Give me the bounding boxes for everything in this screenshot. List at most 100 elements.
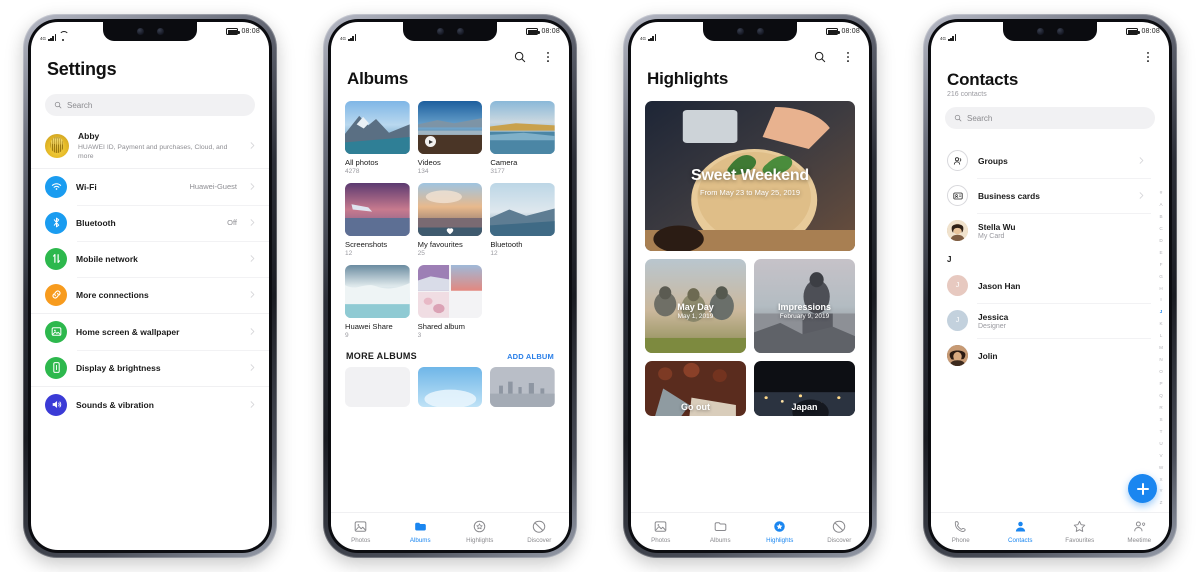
add-contact-fab[interactable] [1128,474,1157,503]
alpha-item[interactable]: Y [1159,489,1162,494]
add-album-button[interactable]: ADD ALBUM [507,352,554,361]
alpha-item[interactable]: T [1160,429,1163,435]
album-thumbnail[interactable] [345,367,410,408]
album-item[interactable]: Screenshots 12 [345,183,410,257]
alpha-item[interactable]: C [1159,226,1162,232]
highlight-card-text: Impressions February 9, 2019 [754,302,855,320]
nav-label: Phone [951,536,970,544]
alpha-item[interactable]: O [1159,369,1163,375]
alpha-item[interactable]: P [1159,381,1162,387]
phone-albums: 4G 08:08 Albums All photos 4278 Videos 1… [323,14,577,558]
album-item[interactable]: Bluetooth 12 [490,183,555,257]
more-vertical-icon[interactable] [1140,49,1155,64]
play-icon [424,136,436,147]
alpha-item[interactable]: R [1159,405,1162,411]
alpha-item[interactable]: V [1159,453,1162,459]
highlight-card[interactable]: May Day May 1, 2019 [645,259,746,353]
contacts-row-groups[interactable]: Groups [931,143,1169,178]
contacts-row-business-cards[interactable]: Business cards [931,178,1169,213]
settings-row-bluetooth[interactable]: Bluetooth Off [31,204,269,241]
signal-bars-icon [48,34,57,41]
nav-item-albums[interactable]: Albums [691,519,751,544]
settings-row-mobile-network[interactable]: Mobile network [31,240,269,277]
nav-item-contacts[interactable]: Contacts [991,519,1051,544]
more-vertical-icon[interactable] [840,49,855,64]
contacts-row-my-card[interactable]: Stella Wu My Card [931,213,1169,248]
alpha-item[interactable]: D [1159,238,1162,244]
album-item[interactable]: Videos 134 [417,101,483,175]
search-icon[interactable] [812,49,827,64]
alpha-item[interactable]: N [1159,358,1162,363]
settings-row-display[interactable]: Display & brightness [31,349,269,386]
settings-row-account[interactable]: Abby HUAWEI ID, Payment and purchases, C… [31,124,269,168]
alpha-item[interactable]: # [1160,190,1163,196]
highlight-card[interactable]: Japan [754,361,855,416]
alpha-item[interactable]: S [1159,417,1162,423]
status-bar: 4G 08:08 [31,22,269,41]
alpha-item[interactable]: E [1159,250,1162,256]
album-item[interactable]: All photos 4278 [345,101,410,175]
nav-item-meetime[interactable]: Meetime [1110,519,1170,544]
alpha-item-active[interactable]: J [1160,310,1163,315]
album-thumbnail[interactable] [417,367,483,408]
status-left: 4G [940,22,957,41]
alpha-item[interactable]: G [1159,274,1163,280]
contact-list-item[interactable]: Jolin [931,338,1169,373]
settings-row-home-screen[interactable]: Home screen & wallpaper [31,314,269,350]
row-value: Off [227,218,237,228]
highlight-card[interactable]: Go out [645,361,746,416]
search-input[interactable]: Search [945,107,1155,129]
row-label: Display & brightness [76,362,161,373]
album-item[interactable]: Huawei Share 9 [345,265,410,339]
bottom-nav: Photos Albums Highlights Discover [631,512,869,550]
nav-item-favourites[interactable]: Favourites [1050,519,1110,544]
alpha-item[interactable]: H [1159,286,1162,292]
account-name: Abby [78,131,100,141]
alpha-item[interactable]: M [1159,346,1163,351]
nav-item-discover[interactable]: Discover [510,519,570,544]
search-input[interactable]: Search [45,94,255,116]
alpha-item[interactable]: K [1159,322,1162,327]
nav-item-highlights[interactable]: Highlights [450,519,510,544]
alphabet-index[interactable]: # AB CD EF GH I J K L M N OP QR ST UV WX Y… [1156,190,1166,506]
alpha-item[interactable]: I [1160,298,1161,303]
photos-icon [654,521,667,532]
album-item[interactable]: Camera 3177 [490,101,555,175]
row-label: Mobile network [76,253,138,264]
contact-list-item[interactable]: J Jason Han [931,268,1169,303]
nav-item-albums[interactable]: Albums [391,519,451,544]
nav-item-phone[interactable]: Phone [931,519,991,544]
highlight-card-text: Japan [754,402,855,412]
nav-item-discover[interactable]: Discover [810,519,870,544]
album-item[interactable]: My favourites 25 [417,183,483,257]
alpha-item[interactable]: F [1160,262,1163,268]
settings-row-sounds[interactable]: Sounds & vibration [31,387,269,423]
signal-bars-icon [948,34,957,41]
contact-list-item[interactable]: J Jessica Designer [931,303,1169,338]
search-icon[interactable] [512,49,527,64]
page-title: Highlights [647,69,729,88]
alpha-item[interactable]: A [1159,202,1162,208]
settings-row-more-connections[interactable]: More connections [31,276,269,313]
highlight-hero-card[interactable]: Sweet Weekend From May 23 to May 25, 201… [645,101,855,251]
more-vertical-icon[interactable] [540,49,555,64]
status-left: 4G [640,22,657,41]
album-thumbnail[interactable] [490,367,555,408]
alpha-item[interactable]: Z [1160,501,1163,506]
nav-item-photos[interactable]: Photos [631,519,691,544]
phone-highlights: 4G 08:08 Highlights Sweet Weekend From M… [623,14,877,558]
alpha-item[interactable]: Q [1159,393,1163,399]
album-item[interactable]: Shared album 3 [417,265,483,339]
settings-row-wifi[interactable]: Wi-Fi Huawei-Guest [31,169,269,205]
star-icon [1074,521,1086,533]
highlight-card[interactable]: Impressions February 9, 2019 [754,259,855,353]
alpha-item[interactable]: X [1159,477,1162,483]
nav-item-highlights[interactable]: Highlights [750,519,810,544]
alpha-item[interactable]: W [1159,465,1163,471]
alpha-item[interactable]: U [1159,441,1162,447]
alpha-item[interactable]: B [1159,214,1162,220]
alpha-item[interactable]: L [1160,334,1163,339]
status-bar: 4G 08:08 [931,22,1169,41]
status-left: 4G [340,22,357,41]
nav-item-photos[interactable]: Photos [331,519,391,544]
